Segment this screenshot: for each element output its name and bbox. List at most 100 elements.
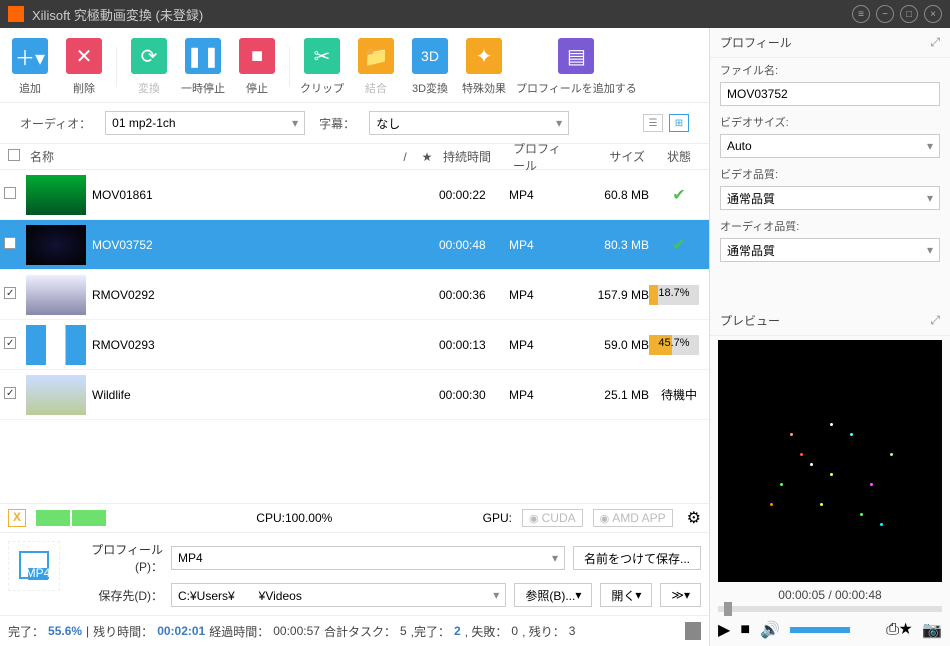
clip-button[interactable]: ✂クリップ [300, 38, 344, 96]
profile-label: プロフィール(P)： [68, 541, 163, 575]
gear-icon[interactable]: ⚙ [687, 508, 701, 528]
camera-icon[interactable]: 📷 [922, 620, 942, 640]
audio-select[interactable]: 01 mp2-1ch [105, 111, 305, 135]
status-ok-icon: ✔ [672, 237, 685, 254]
add-profile-button[interactable]: ▤プロフィールを追加する [516, 38, 637, 96]
dest-select[interactable]: C:¥Users¥ ¥Videos [171, 583, 506, 607]
table-row[interactable]: MOV03752 00:00:48MP480.3 MB ✔ [0, 220, 709, 270]
cuda-button[interactable]: ◉ CUDA [522, 509, 583, 527]
preview-video[interactable] [718, 340, 942, 582]
stop-button[interactable]: ■停止 [235, 38, 279, 96]
merge-button[interactable]: 📁結合 [354, 38, 398, 96]
preview-expand-icon[interactable]: ⤢ [930, 313, 940, 328]
browse-button[interactable]: 参照(B)... ▾ [514, 583, 592, 607]
table-row[interactable]: RMOV0293 00:00:13MP459.0 MB45.7% [0, 320, 709, 370]
video-size-select[interactable]: Auto [720, 134, 940, 158]
pause-button[interactable]: ❚❚一時停止 [181, 38, 225, 96]
status-wait: 待機中 [661, 388, 697, 402]
subtitle-select[interactable]: なし [369, 111, 569, 135]
row-checkbox[interactable] [4, 337, 16, 349]
filename-input[interactable]: MOV03752 [720, 82, 940, 106]
thumbnail [26, 225, 86, 265]
convert-button[interactable]: ⟳変換 [127, 38, 171, 96]
profile: MP4 [509, 338, 569, 352]
list-toggle-icon[interactable] [685, 622, 701, 640]
preview-time: 00:00:05 / 00:00:48 [710, 586, 950, 604]
view-list-icon[interactable]: ☰ [643, 114, 663, 132]
view-detail-icon[interactable]: ⊞ [669, 114, 689, 132]
gpu-label: GPU: [483, 511, 512, 525]
thumbnail [26, 375, 86, 415]
add-button[interactable]: ＋▾追加 [8, 38, 52, 96]
amd-button[interactable]: ◉ AMD APP [593, 509, 673, 527]
stop-icon[interactable]: ■ [740, 621, 750, 639]
profile-expand-icon[interactable]: ⤢ [930, 35, 940, 50]
volume-slider[interactable] [790, 627, 850, 633]
duration: 00:00:22 [439, 188, 509, 202]
volume-icon[interactable]: 🔊 [760, 620, 780, 640]
file-size: 25.1 MB [569, 388, 649, 402]
close-button[interactable]: × [924, 5, 942, 23]
open-button[interactable]: 開く ▾ [600, 583, 652, 607]
file-size: 157.9 MB [569, 288, 649, 302]
status-bar: 完了：55.6%| 残り時間：00:02:01 経過時間：00:00:57 合計… [0, 615, 709, 646]
format-icon: MP4 [8, 541, 60, 591]
minimize-button[interactable]: − [876, 5, 894, 23]
subtitle-label: 字幕： [319, 115, 355, 132]
profile: MP4 [509, 288, 569, 302]
cancel-all-button[interactable]: X [8, 509, 26, 527]
row-checkbox[interactable] [4, 187, 16, 199]
file-size: 60.8 MB [569, 188, 649, 202]
file-name: Wildlife [92, 388, 395, 402]
profile-pane-title: プロフィール [720, 34, 792, 51]
table-row[interactable]: Wildlife 00:00:30MP425.1 MB 待機中 [0, 370, 709, 420]
file-size: 80.3 MB [569, 238, 649, 252]
profile: MP4 [509, 238, 569, 252]
row-checkbox[interactable] [4, 237, 16, 249]
file-name: MOV01861 [92, 188, 395, 202]
profile: MP4 [509, 388, 569, 402]
preview-scrubber[interactable] [718, 606, 942, 612]
play-icon[interactable]: ▶ [718, 620, 730, 640]
thumbnail [26, 175, 86, 215]
video-quality-select[interactable]: 通常品質 [720, 186, 940, 210]
save-as-button[interactable]: 名前をつけて保存... [573, 546, 701, 570]
app-logo [8, 6, 24, 22]
status-ok-icon: ✔ [672, 187, 685, 204]
duration: 00:00:30 [439, 388, 509, 402]
file-name: RMOV0292 [92, 288, 395, 302]
duration: 00:00:36 [439, 288, 509, 302]
maximize-button[interactable]: □ [900, 5, 918, 23]
dest-label: 保存先(D)： [68, 587, 163, 604]
audio-label: オーディオ： [20, 115, 91, 132]
audio-quality-select[interactable]: 通常品質 [720, 238, 940, 262]
table-row[interactable]: RMOV0292 00:00:36MP4157.9 MB18.7% [0, 270, 709, 320]
select-all-checkbox[interactable] [8, 149, 20, 161]
table-row[interactable]: MOV0186100:00:22MP460.8 MB✔ [0, 170, 709, 220]
thumbnail [26, 325, 86, 365]
menu-button[interactable]: ≡ [852, 5, 870, 23]
progress-bar: 45.7% [649, 335, 699, 355]
delete-button[interactable]: ✕削除 [62, 38, 106, 96]
cpu-usage: CPU:100.00% [116, 511, 473, 525]
effects-button[interactable]: ✦特殊効果 [462, 38, 506, 96]
more-button[interactable]: ≫ ▾ [660, 583, 701, 607]
file-name: RMOV0293 [92, 338, 395, 352]
progress-bar: 18.7% [649, 285, 699, 305]
activity-bars [36, 510, 106, 526]
row-checkbox[interactable] [4, 287, 16, 299]
3d-button[interactable]: 3D3D変換 [408, 38, 452, 96]
window-title: Xilisoft 究極動画変換 (未登録) [32, 5, 846, 24]
duration: 00:00:48 [439, 238, 509, 252]
file-name: MOV03752 [92, 238, 395, 252]
snapshot-export-icon[interactable]: ⎙★ [886, 621, 912, 639]
profile-select[interactable]: MP4 [171, 546, 565, 570]
file-size: 59.0 MB [569, 338, 649, 352]
row-checkbox[interactable] [4, 387, 16, 399]
table-header: 名称 / ★ 持続時間 プロフィール サイズ 状態 [0, 144, 709, 170]
preview-pane-title: プレビュー [720, 312, 780, 329]
svg-text:MP4: MP4 [26, 566, 51, 580]
toolbar: ＋▾追加 ✕削除 ⟳変換 ❚❚一時停止 ■停止 ✂クリップ 📁結合 3D3D変換… [0, 28, 709, 103]
duration: 00:00:13 [439, 338, 509, 352]
thumbnail [26, 275, 86, 315]
